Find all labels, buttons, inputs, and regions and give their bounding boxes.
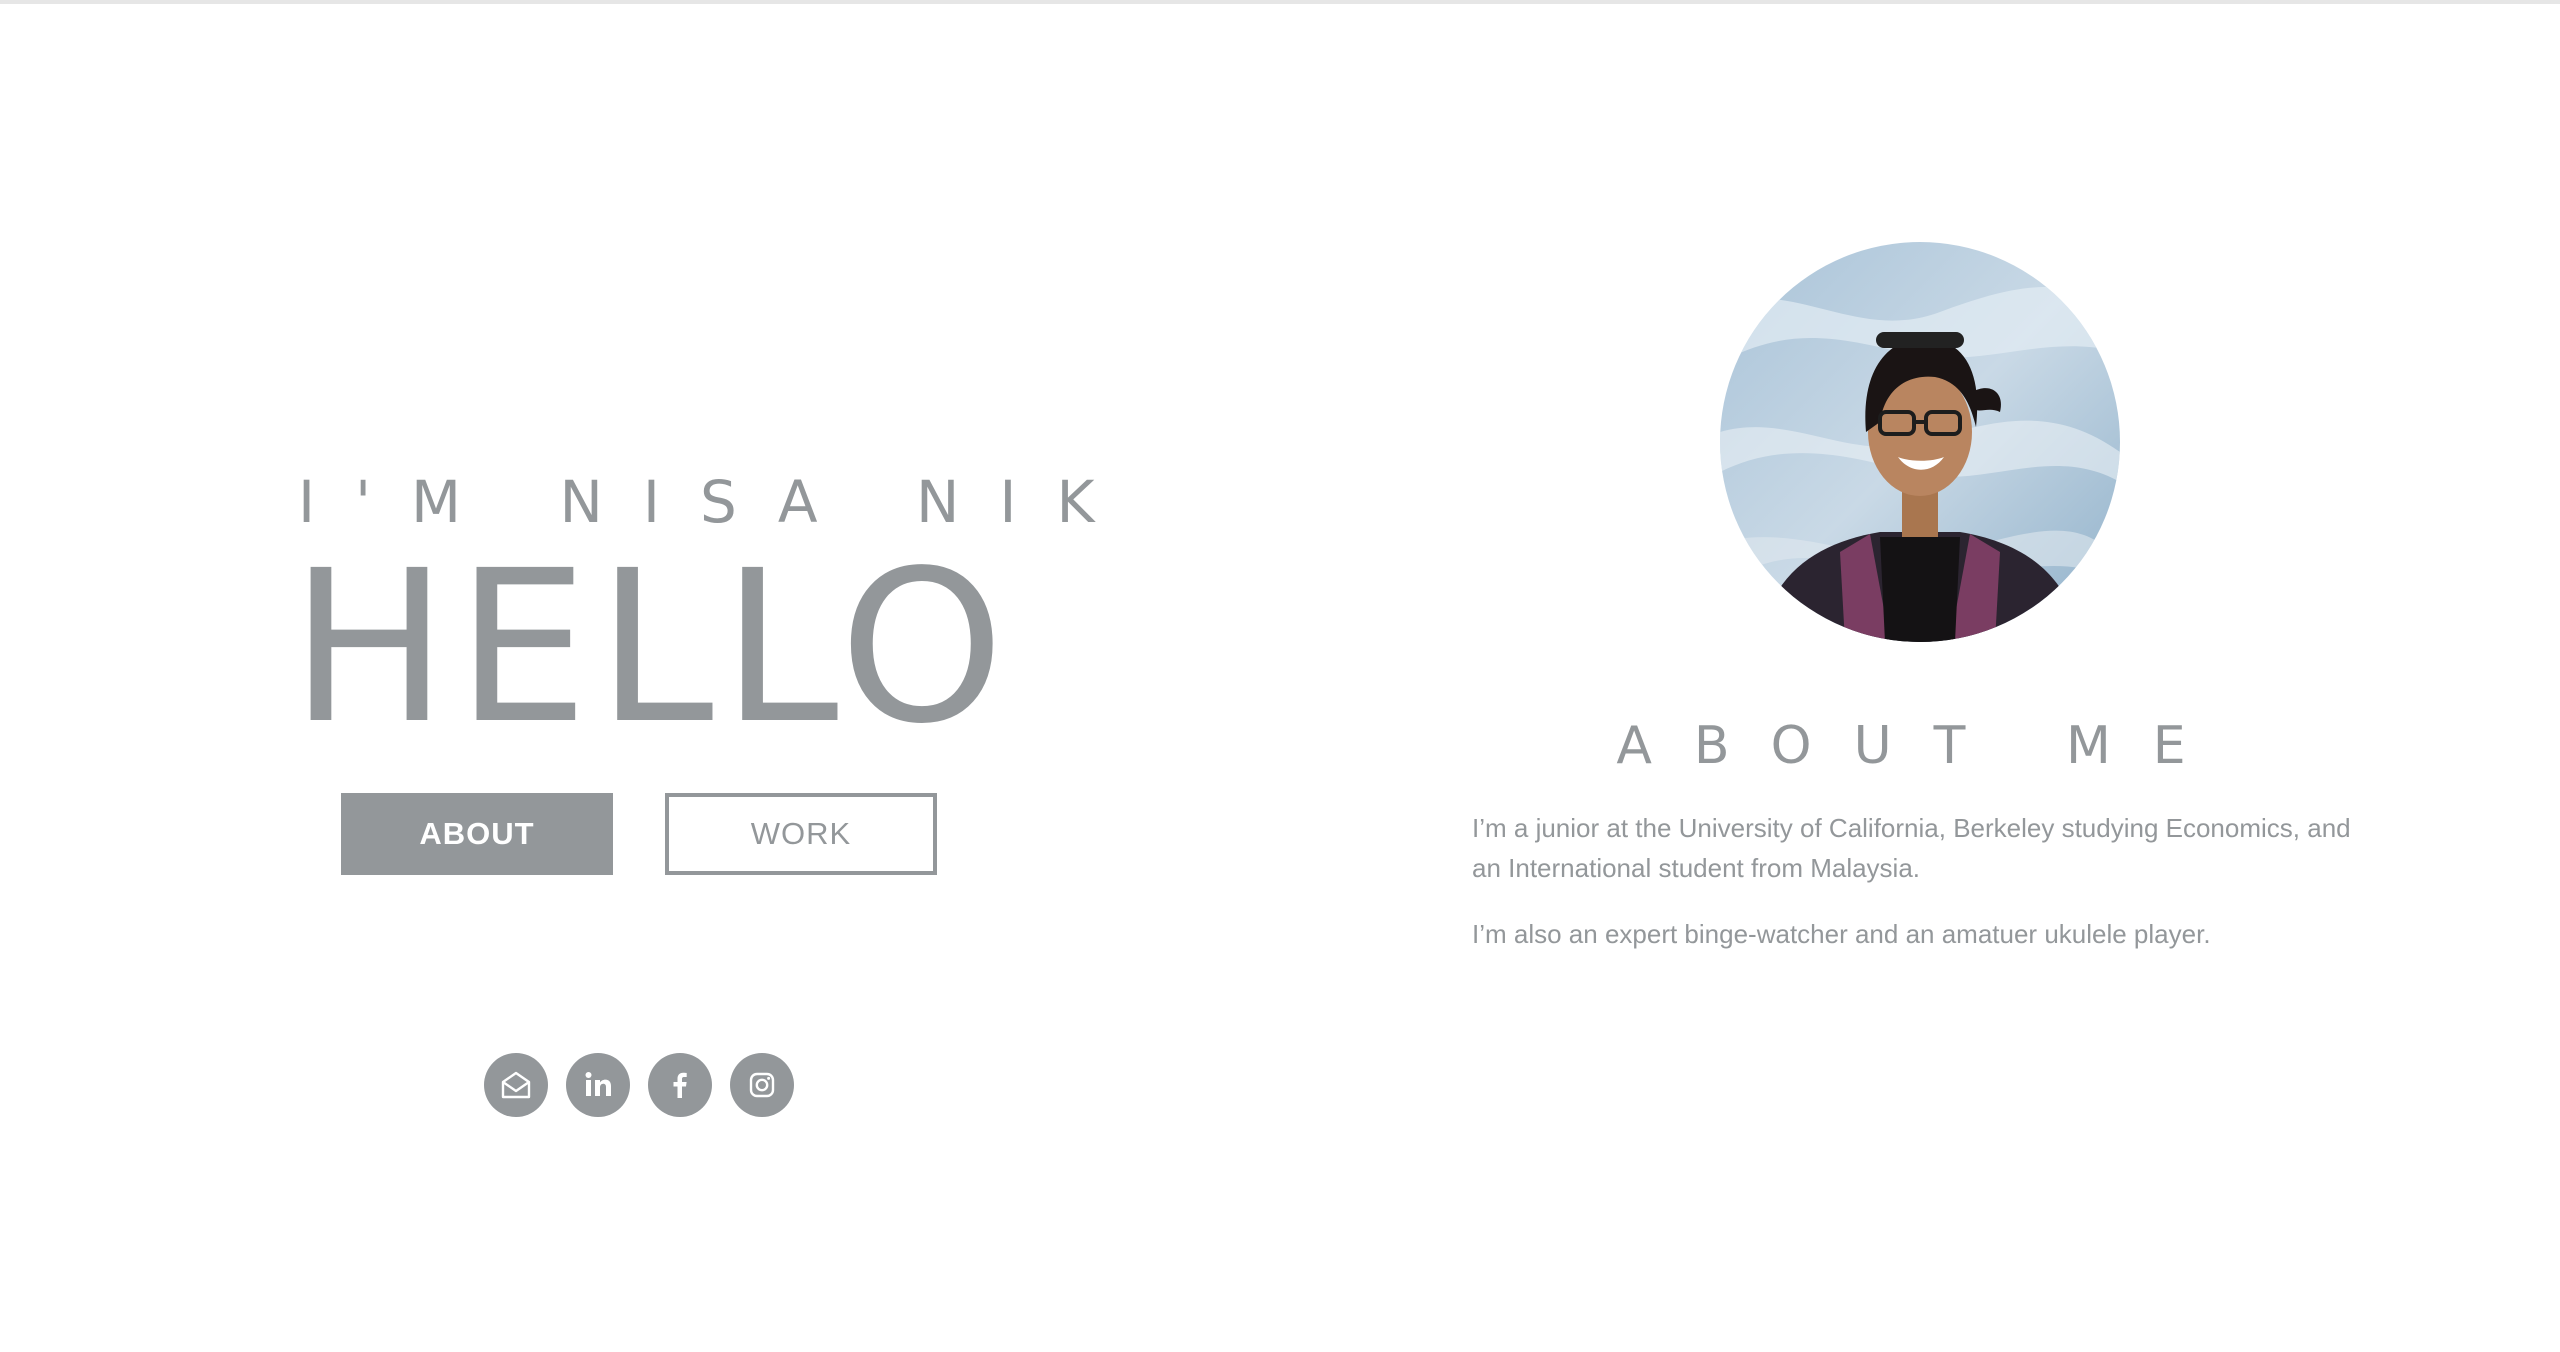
social-links: [484, 1053, 794, 1117]
about-paragraph: I’m also an expert binge-watcher and an …: [1472, 919, 2211, 949]
about-button[interactable]: ABOUT: [341, 793, 613, 875]
instagram-link[interactable]: [730, 1053, 794, 1117]
work-button[interactable]: WORK: [665, 793, 937, 875]
hello-heading: HELLO: [290, 525, 1013, 770]
facebook-icon: [662, 1067, 698, 1103]
linkedin-link[interactable]: [566, 1053, 630, 1117]
about-text: I’m a junior at the University of Califo…: [1472, 808, 2372, 980]
about-paragraph: I’m a junior at the University of Califo…: [1472, 813, 2351, 883]
about-title: ABOUT ME: [1616, 716, 2228, 776]
page: I'M NISA NIK HELLO ABOUT WORK ABOUT ME I…: [0, 0, 2560, 1352]
facebook-link[interactable]: [648, 1053, 712, 1117]
email-link[interactable]: [484, 1053, 548, 1117]
mail-icon: [498, 1067, 534, 1103]
linkedin-icon: [580, 1067, 616, 1103]
profile-photo: [1720, 242, 2120, 642]
instagram-icon: [744, 1067, 780, 1103]
